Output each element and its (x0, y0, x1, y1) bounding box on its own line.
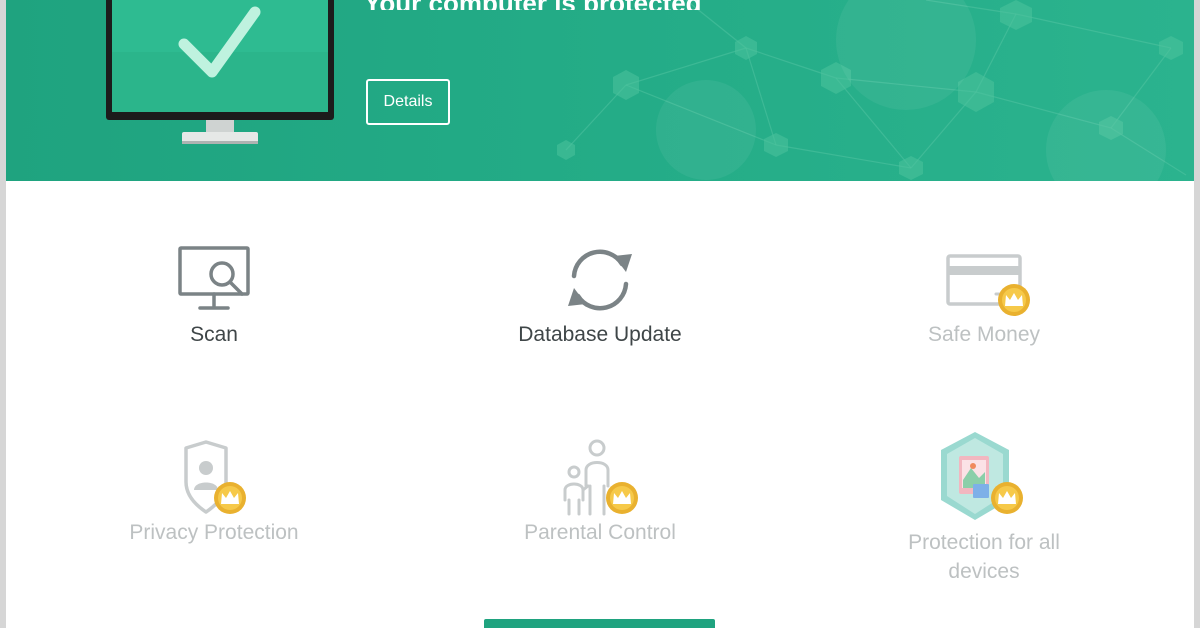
tile-protection-all-devices-label: Protection for all devices (908, 531, 1060, 583)
tile-scan-label: Scan (190, 323, 238, 346)
tile-protection-all-devices[interactable]: Protection for all devices (864, 428, 1104, 586)
monitor-scan-icon (178, 246, 250, 310)
tile-scan[interactable]: Scan (94, 240, 334, 349)
tile-safe-money[interactable]: Safe Money (864, 240, 1104, 349)
tile-parental-control-label: Parental Control (524, 521, 676, 544)
tile-database-update-label: Database Update (518, 323, 682, 346)
status-banner: Your computer is protected Details (6, 0, 1194, 181)
tile-safe-money-label: Safe Money (927, 323, 1041, 346)
shield-user-icon (184, 440, 246, 514)
crown-badge-icon (998, 284, 1030, 316)
crown-badge-icon (606, 482, 638, 514)
details-button[interactable]: Details (366, 79, 450, 125)
protected-monitor-icon (106, 0, 334, 144)
bottom-action-button[interactable] (484, 619, 715, 628)
tile-database-update[interactable]: Database Update (480, 240, 720, 349)
tile-parental-control[interactable]: Parental Control (480, 438, 720, 547)
sync-icon (568, 249, 632, 311)
crown-badge-icon (214, 482, 246, 514)
crown-badge-icon (991, 482, 1023, 514)
tile-privacy-protection[interactable]: Privacy Protection (94, 438, 334, 547)
credit-card-icon (946, 254, 1030, 316)
tile-privacy-protection-label: Privacy Protection (129, 521, 299, 544)
window-frame-right (1194, 0, 1200, 628)
family-icon (563, 439, 638, 516)
protection-status-title: Your computer is protected (364, 0, 704, 10)
devices-map-icon (941, 432, 1023, 520)
